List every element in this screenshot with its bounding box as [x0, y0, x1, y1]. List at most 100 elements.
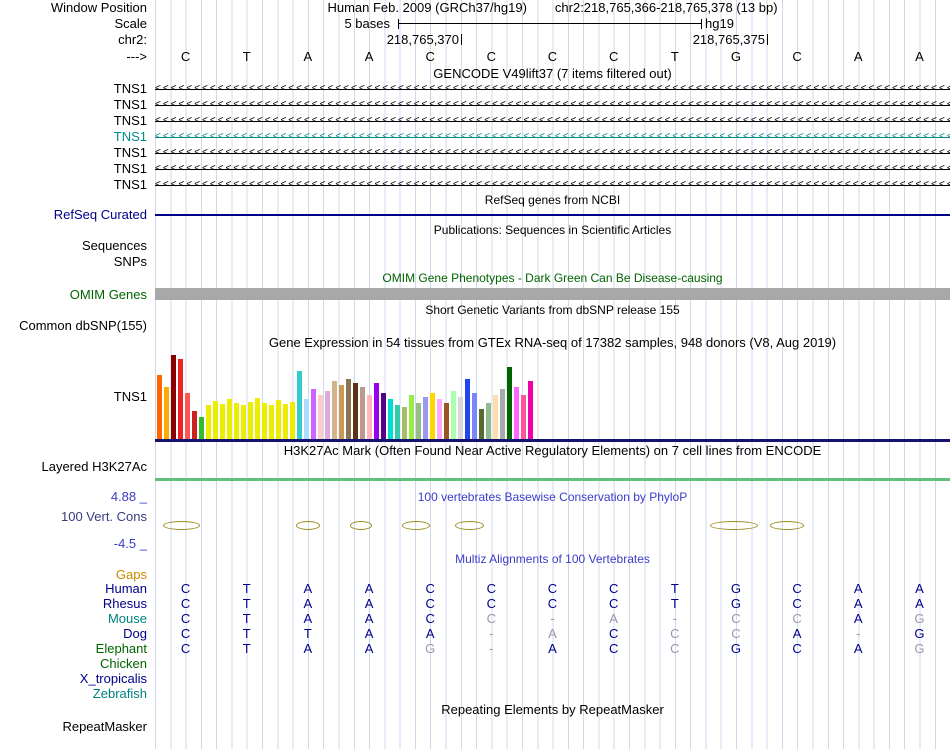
gtex-tissue-bar[interactable] — [381, 393, 386, 439]
common-dbsnp-label[interactable]: Common dbSNP(155) — [0, 318, 155, 334]
species-alignment-track[interactable] — [155, 671, 950, 686]
gtex-tissue-bar[interactable] — [395, 405, 400, 439]
gtex-tissue-bar[interactable] — [500, 389, 505, 439]
gtex-tissue-bar[interactable] — [353, 383, 358, 439]
gtex-tissue-bar[interactable] — [528, 381, 533, 439]
repeatmasker-track-title[interactable]: Repeating Elements by RepeatMasker — [441, 702, 664, 717]
gtex-tissue-bar[interactable] — [367, 395, 372, 439]
gtex-tissue-bar[interactable] — [325, 391, 330, 439]
multiz-track-title[interactable]: Multiz Alignments of 100 Vertebrates — [455, 552, 650, 566]
gene-label[interactable]: TNS1 — [114, 81, 147, 96]
gtex-tissue-bar[interactable] — [157, 375, 162, 439]
species-label[interactable]: Zebrafish — [93, 686, 147, 701]
transcript-line-track[interactable]: <<<<<<<<<<<<<<<<<<<<<<<<<<<<<<<<<<<<<<<<… — [155, 97, 950, 113]
gtex-tissue-bar[interactable] — [486, 403, 491, 439]
species-alignment-track[interactable]: CTTAA-ACCCA-G — [155, 626, 950, 641]
gene-label[interactable]: TNS1 — [114, 129, 147, 144]
gtex-tissue-bar[interactable] — [339, 385, 344, 439]
species-label[interactable]: Mouse — [108, 611, 147, 626]
gtex-tissue-bar[interactable] — [493, 395, 498, 439]
snps-track[interactable] — [155, 254, 950, 270]
gtex-tissue-bar[interactable] — [409, 395, 414, 439]
sequences-label[interactable]: Sequences — [0, 238, 155, 254]
species-alignment-track[interactable]: CTAACC-A-CCAG — [155, 611, 950, 626]
repeatmasker-label[interactable]: RepeatMasker — [0, 719, 155, 739]
gtex-tissue-bar[interactable] — [444, 403, 449, 439]
gene-label[interactable]: TNS1 — [114, 97, 147, 112]
gtex-tissue-bar[interactable] — [290, 402, 295, 439]
gtex-tissue-bar[interactable] — [213, 401, 218, 439]
gene-label[interactable]: TNS1 — [114, 145, 147, 160]
gtex-tissue-bar[interactable] — [164, 387, 169, 439]
species-alignment-track[interactable] — [155, 686, 950, 701]
species-alignment-track[interactable]: CTAAG-ACCGCAG — [155, 641, 950, 656]
omim-genes-label[interactable]: OMIM Genes — [0, 287, 155, 302]
gene-label[interactable]: TNS1 — [114, 177, 147, 192]
gtex-tissue-bar[interactable] — [423, 397, 428, 439]
species-label[interactable]: Elephant — [96, 641, 147, 656]
gtex-tissue-bar[interactable] — [276, 400, 281, 439]
conservation-track[interactable] — [155, 505, 950, 551]
gtex-tissue-bar[interactable] — [451, 391, 456, 439]
transcript-line-track[interactable]: <<<<<<<<<<<<<<<<<<<<<<<<<<<<<<<<<<<<<<<<… — [155, 145, 950, 161]
dbsnp-track[interactable] — [155, 318, 950, 334]
gtex-track-title[interactable]: Gene Expression in 54 tissues from GTEx … — [269, 335, 836, 350]
gtex-tissue-bar[interactable] — [269, 405, 274, 439]
gtex-tissue-bar[interactable] — [430, 393, 435, 439]
species-label[interactable]: Chicken — [100, 656, 147, 671]
phylop-track-title[interactable]: 100 vertebrates Basewise Conservation by… — [418, 490, 687, 504]
gtex-tissue-bar[interactable] — [297, 371, 302, 439]
repeatmasker-track[interactable] — [155, 719, 950, 739]
gtex-tissue-bar[interactable] — [514, 387, 519, 439]
gtex-tissue-bar[interactable] — [248, 402, 253, 439]
gtex-tissue-bar[interactable] — [199, 417, 204, 439]
gtex-tissue-bar[interactable] — [360, 387, 365, 439]
gtex-tissue-bar[interactable] — [171, 355, 176, 439]
omim-track-title[interactable]: OMIM Gene Phenotypes - Dark Green Can Be… — [382, 271, 722, 285]
conservation-track-label[interactable]: 100 Vert. Cons — [0, 509, 147, 524]
species-label[interactable]: Dog — [123, 626, 147, 641]
gtex-tissue-bar[interactable] — [311, 389, 316, 439]
gtex-tissue-bar[interactable] — [437, 399, 442, 439]
gtex-tissue-bar[interactable] — [262, 403, 267, 439]
gtex-tissue-bar[interactable] — [206, 405, 211, 439]
gtex-tissue-bar[interactable] — [304, 399, 309, 439]
species-alignment-track[interactable] — [155, 568, 950, 581]
gtex-tissue-bar[interactable] — [227, 399, 232, 439]
species-alignment-track[interactable]: CTAACCCCTGCAA — [155, 581, 950, 596]
gtex-tissue-bar[interactable] — [521, 395, 526, 439]
layered-h3k27ac-label[interactable]: Layered H3K27Ac — [0, 459, 155, 489]
gtex-tissue-bar[interactable] — [178, 359, 183, 439]
gtex-tissue-bar[interactable] — [374, 383, 379, 439]
transcript-line-track[interactable]: <<<<<<<<<<<<<<<<<<<<<<<<<<<<<<<<<<<<<<<<… — [155, 81, 950, 97]
publications-track-title[interactable]: Publications: Sequences in Scientific Ar… — [434, 223, 671, 237]
snps-label[interactable]: SNPs — [0, 254, 155, 270]
species-label[interactable]: X_tropicalis — [80, 671, 147, 686]
gencode-track-title[interactable]: GENCODE V49lift37 (7 items filtered out) — [433, 66, 671, 81]
gtex-tissue-bar[interactable] — [472, 393, 477, 439]
species-alignment-track[interactable] — [155, 656, 950, 671]
species-alignment-track[interactable]: CTAACCCCTGCAA — [155, 596, 950, 611]
sequences-track[interactable] — [155, 238, 950, 254]
gtex-barchart[interactable] — [155, 351, 950, 442]
gtex-tissue-bar[interactable] — [332, 381, 337, 439]
gtex-gene-label[interactable]: TNS1 — [0, 351, 155, 442]
refseq-curated-label[interactable]: RefSeq Curated — [0, 208, 155, 222]
refseq-gene-line[interactable] — [155, 214, 950, 216]
dbsnp-track-title[interactable]: Short Genetic Variants from dbSNP releas… — [425, 303, 679, 317]
refseq-track-title[interactable]: RefSeq genes from NCBI — [485, 193, 620, 207]
gene-label[interactable]: TNS1 — [114, 161, 147, 176]
gtex-tissue-bar[interactable] — [220, 404, 225, 439]
gtex-tissue-bar[interactable] — [185, 393, 190, 439]
transcript-line-track[interactable]: <<<<<<<<<<<<<<<<<<<<<<<<<<<<<<<<<<<<<<<<… — [155, 177, 950, 193]
gtex-tissue-bar[interactable] — [402, 407, 407, 439]
gene-label[interactable]: TNS1 — [114, 113, 147, 128]
species-label[interactable]: Human — [105, 581, 147, 596]
omim-gene-bar[interactable] — [155, 288, 950, 300]
gtex-tissue-bar[interactable] — [241, 405, 246, 439]
gtex-tissue-bar[interactable] — [416, 403, 421, 439]
species-label[interactable]: Gaps — [116, 567, 147, 582]
transcript-line-track[interactable]: <<<<<<<<<<<<<<<<<<<<<<<<<<<<<<<<<<<<<<<<… — [155, 161, 950, 177]
gtex-tissue-bar[interactable] — [388, 399, 393, 439]
gtex-tissue-bar[interactable] — [255, 398, 260, 439]
